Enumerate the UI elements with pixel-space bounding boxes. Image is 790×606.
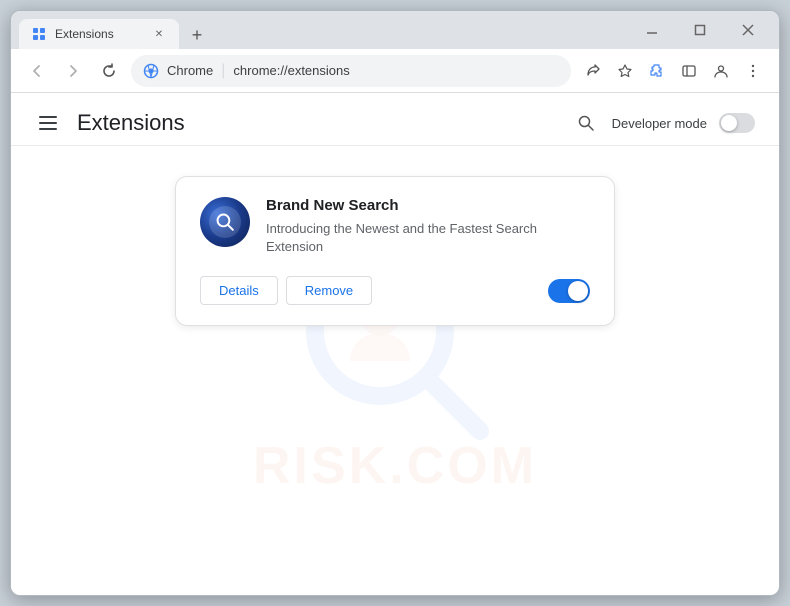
extension-toggle[interactable] — [548, 279, 590, 303]
share-icon — [585, 63, 601, 79]
profile-icon — [713, 63, 729, 79]
title-bar: Extensions ✕ + — [11, 11, 779, 49]
back-icon — [29, 63, 45, 79]
header-right: Developer mode — [572, 109, 755, 137]
developer-mode-label: Developer mode — [612, 116, 707, 131]
remove-button[interactable]: Remove — [286, 276, 372, 305]
profile-button[interactable] — [707, 57, 735, 85]
extension-description: Introducing the Newest and the Fastest S… — [266, 220, 590, 256]
minimize-icon — [646, 24, 658, 36]
menu-button[interactable] — [739, 57, 767, 85]
menu-icon — [745, 63, 761, 79]
extension-icon — [200, 197, 250, 247]
extension-card-header: Brand New Search Introducing the Newest … — [200, 197, 590, 256]
developer-mode-toggle[interactable] — [719, 113, 755, 133]
bookmark-button[interactable] — [611, 57, 639, 85]
share-button[interactable] — [579, 57, 607, 85]
back-button[interactable] — [23, 57, 51, 85]
close-button[interactable] — [725, 14, 771, 46]
chrome-favicon — [143, 63, 159, 79]
sidebar-icon — [681, 63, 697, 79]
tab-favicon — [31, 26, 47, 42]
new-tab-button[interactable]: + — [183, 21, 211, 49]
content-area: RISK.COM Brand New Sear — [11, 146, 779, 595]
tab-bar: Extensions ✕ + — [19, 11, 629, 49]
page-content: Extensions Developer mode — [11, 93, 779, 595]
maximize-icon — [694, 24, 706, 36]
search-logo-icon — [214, 211, 236, 233]
active-tab[interactable]: Extensions ✕ — [19, 19, 179, 49]
tab-close-button[interactable]: ✕ — [151, 26, 167, 42]
extension-icon-inner — [209, 206, 241, 238]
search-button[interactable] — [572, 109, 600, 137]
extensions-button[interactable] — [643, 57, 671, 85]
forward-button[interactable] — [59, 57, 87, 85]
extension-buttons: Details Remove — [200, 276, 372, 305]
sidebar-button[interactable] — [675, 57, 703, 85]
star-icon — [617, 63, 633, 79]
url-chrome-label: Chrome — [167, 63, 213, 78]
window-controls — [629, 14, 771, 46]
hamburger-line-1 — [39, 116, 57, 118]
page-title: Extensions — [77, 110, 185, 136]
extension-name: Brand New Search — [266, 197, 590, 214]
reload-button[interactable] — [95, 57, 123, 85]
minimize-button[interactable] — [629, 14, 675, 46]
url-path: chrome://extensions — [233, 63, 349, 78]
search-icon — [577, 114, 595, 132]
browser-window: Extensions ✕ + — [10, 10, 780, 596]
tab-title: Extensions — [55, 27, 143, 41]
close-icon — [742, 24, 754, 36]
reload-icon — [101, 63, 117, 79]
puzzle-icon — [649, 63, 665, 79]
hamburger-line-3 — [39, 128, 57, 130]
toolbar-icons — [579, 57, 767, 85]
extensions-header: Extensions Developer mode — [11, 93, 779, 146]
header-left: Extensions — [35, 110, 185, 136]
forward-icon — [65, 63, 81, 79]
maximize-button[interactable] — [677, 14, 723, 46]
url-bar[interactable]: Chrome | chrome://extensions — [131, 55, 571, 87]
url-separator: | — [221, 62, 225, 80]
extension-card-footer: Details Remove — [200, 276, 590, 305]
menu-toggle-button[interactable] — [35, 112, 61, 134]
details-button[interactable]: Details — [200, 276, 278, 305]
extension-card: Brand New Search Introducing the Newest … — [175, 176, 615, 326]
watermark-text: RISK.COM — [253, 436, 537, 496]
hamburger-line-2 — [39, 122, 57, 124]
extension-info: Brand New Search Introducing the Newest … — [266, 197, 590, 256]
address-bar: Chrome | chrome://extensions — [11, 49, 779, 93]
